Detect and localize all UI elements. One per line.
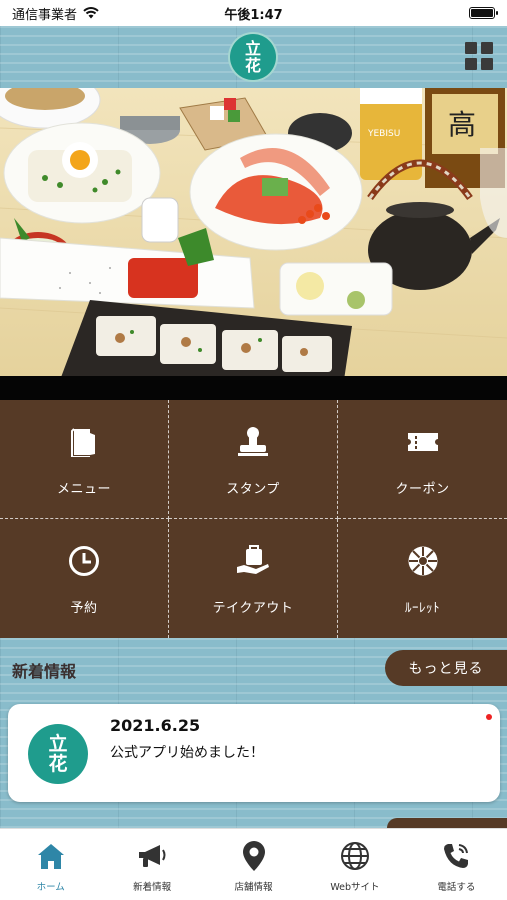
feature-coupon-label: クーポン — [395, 481, 450, 497]
feature-grid: メニュー スタンプ クーポン 予約 テイクアウト ﾙｰﾚｯﾄ — [0, 400, 507, 638]
clock-icon — [64, 541, 104, 581]
app-header: 立 花 — [0, 26, 507, 88]
feature-takeout-label: テイクアウト — [212, 601, 294, 616]
feature-stamp[interactable]: スタンプ — [169, 400, 338, 519]
tab-news-label: 新着情報 — [133, 882, 172, 893]
tab-store-info[interactable]: 店舗情報 — [203, 829, 304, 900]
news-section-title: 新着情報 — [12, 662, 77, 681]
news-logo-char-1: 立 — [48, 733, 68, 755]
svg-text:高: 高 — [448, 108, 476, 141]
home-icon — [34, 839, 68, 873]
news-section-header: 新着情報 もっと見る — [0, 638, 507, 700]
news-item-date: 2021.6.25 — [110, 716, 201, 735]
wifi-icon — [83, 7, 99, 19]
tab-home-label: ホーム — [36, 882, 65, 893]
carrier-label: 通信事業者 — [12, 7, 78, 23]
unread-indicator — [486, 714, 492, 720]
globe-icon — [338, 839, 372, 873]
feature-coupon[interactable]: クーポン — [338, 400, 507, 519]
battery-icon — [469, 7, 498, 19]
ticket-icon — [403, 422, 443, 462]
stamp-icon — [233, 422, 273, 462]
svg-text:YEBISU: YEBISU — [367, 129, 400, 139]
news-logo-char-2: 花 — [48, 753, 68, 775]
tab-website[interactable]: Webサイト — [304, 829, 405, 900]
more-news-button[interactable]: もっと見る — [385, 650, 507, 686]
tab-website-label: Webサイト — [330, 882, 380, 893]
map-pin-icon — [237, 839, 271, 873]
tab-call-label: 電話する — [437, 882, 476, 893]
news-item-text: 公式アプリ始めました！ — [110, 745, 264, 761]
news-item[interactable]: 立 花 2021.6.25 公式アプリ始めました！ — [8, 704, 500, 802]
news-item-logo: 立 花 — [28, 724, 88, 784]
feature-takeout[interactable]: テイクアウト — [169, 519, 338, 638]
status-left: 通信事業者 — [12, 4, 99, 23]
takeout-bag-icon — [233, 541, 273, 581]
hero-food-image: YEBISU 高 — [0, 88, 507, 380]
news-list: 立 花 2021.6.25 公式アプリ始めました！ — [0, 700, 507, 830]
phone-icon — [439, 839, 473, 873]
feature-roulette[interactable]: ﾙｰﾚｯﾄ — [338, 519, 507, 638]
tab-store-info-label: 店舗情報 — [234, 882, 273, 893]
tab-news[interactable]: 新着情報 — [101, 829, 202, 900]
clock-time: 午後1:47 — [224, 7, 283, 23]
hero-bottom-bar — [0, 376, 507, 400]
menu-book-icon — [64, 422, 104, 462]
feature-roulette-label: ﾙｰﾚｯﾄ — [405, 601, 440, 616]
logo-char-2: 花 — [244, 56, 261, 75]
feature-menu-label: メニュー — [56, 481, 111, 497]
tab-call[interactable]: 電話する — [406, 829, 507, 900]
feature-menu[interactable]: メニュー — [0, 400, 169, 519]
megaphone-icon — [135, 839, 169, 873]
logo-char-1: 立 — [244, 39, 261, 58]
roulette-icon — [403, 541, 443, 581]
feature-reservation[interactable]: 予約 — [0, 519, 169, 638]
tab-home[interactable]: ホーム — [0, 829, 101, 900]
status-bar: 通信事業者 午後1:47 — [0, 0, 507, 26]
grid-menu-icon[interactable] — [465, 42, 493, 70]
food-photo-illustration: YEBISU 高 — [0, 88, 507, 380]
bottom-tab-bar: ホーム 新着情報 店舗情報 Webサイト 電話する — [0, 828, 507, 900]
feature-stamp-label: スタンプ — [226, 481, 280, 497]
shop-logo[interactable]: 立 花 — [228, 32, 278, 82]
feature-reservation-label: 予約 — [70, 601, 98, 616]
